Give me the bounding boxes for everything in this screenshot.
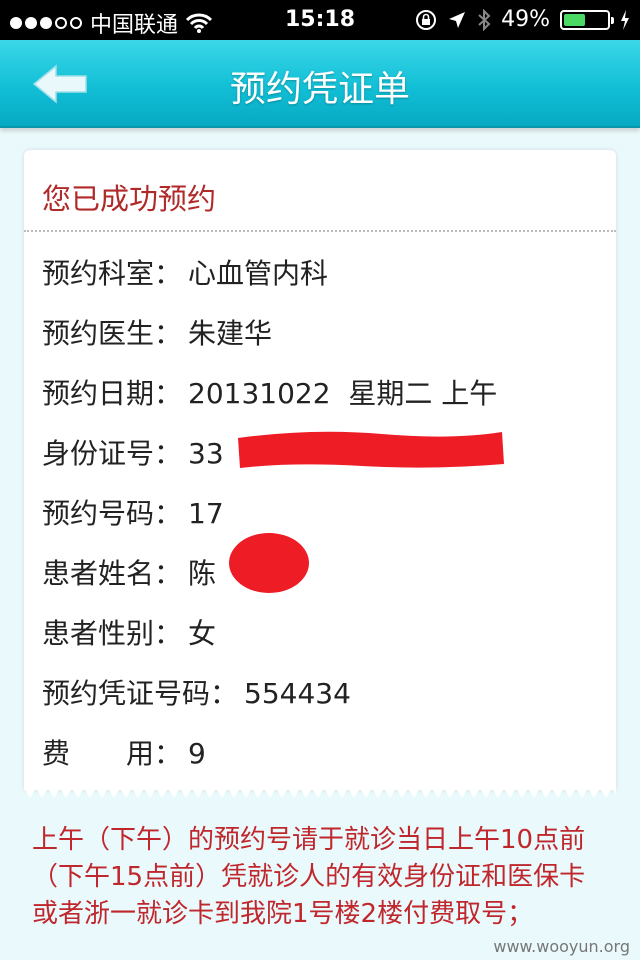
row-patient-name: 患者姓名：陈 [42,552,216,592]
rotation-lock-icon [416,9,437,30]
row-date: 预约日期： 20131022 星期二 上午 [42,372,497,412]
battery-icon [560,9,614,30]
row-value: 朱建华 [188,317,273,350]
row-value: 陈 [188,557,217,590]
row-value: 17 [188,497,224,530]
row-label: 费 用： [42,737,183,770]
row-label: 身份证号： [42,437,183,470]
success-headline: 您已成功预约 [42,182,217,216]
bluetooth-icon [478,8,491,31]
row-fee: 费 用： 9 [42,732,206,772]
row-label: 患者性别： [42,617,183,650]
row-value: 心血管内科 [188,257,329,290]
page-title: 预约凭证单 [229,69,410,110]
dotted-divider [24,230,616,232]
watermark: www.wooyun.org [493,937,630,956]
row-department: 预约科室： 心血管内科 [42,252,328,292]
row-gender: 患者性别：女 [42,612,216,652]
row-value: 女 [188,617,217,650]
row-label: 预约医生： [42,317,183,350]
row-label: 预约日期： [42,377,183,410]
row-value: 33 [188,437,224,470]
pickup-notice: 上午（下午）的预约号请于就诊当日上午10点前（下午15点前）凭就诊人的有效身份证… [32,825,586,929]
row-voucher-number: 预约凭证号码： 554434 [42,672,351,712]
row-label: 患者姓名： [42,557,183,590]
row-value: 554434 [244,677,351,710]
id-redaction-mark [238,431,504,468]
row-value: 20131022 星期二 上午 [188,377,498,410]
charging-icon [621,9,629,30]
status-bar: 中国联通 15:18 49% [0,0,640,40]
row-appointment-number: 预约号码： 17 [42,492,224,532]
battery-percent: 49% [501,7,550,32]
status-right: 49% [415,7,630,32]
name-redaction-mark [229,533,309,593]
row-label: 预约号码： [42,497,183,530]
row-label: 预约科室： [42,257,183,290]
row-label: 预约凭证号码： [42,677,239,710]
nav-bar: 预约凭证单 [0,40,640,128]
card-torn-edge [24,788,616,798]
row-value: 9 [188,737,206,770]
row-doctor: 预约医生： 朱建华 [42,312,272,352]
location-icon [449,11,466,28]
